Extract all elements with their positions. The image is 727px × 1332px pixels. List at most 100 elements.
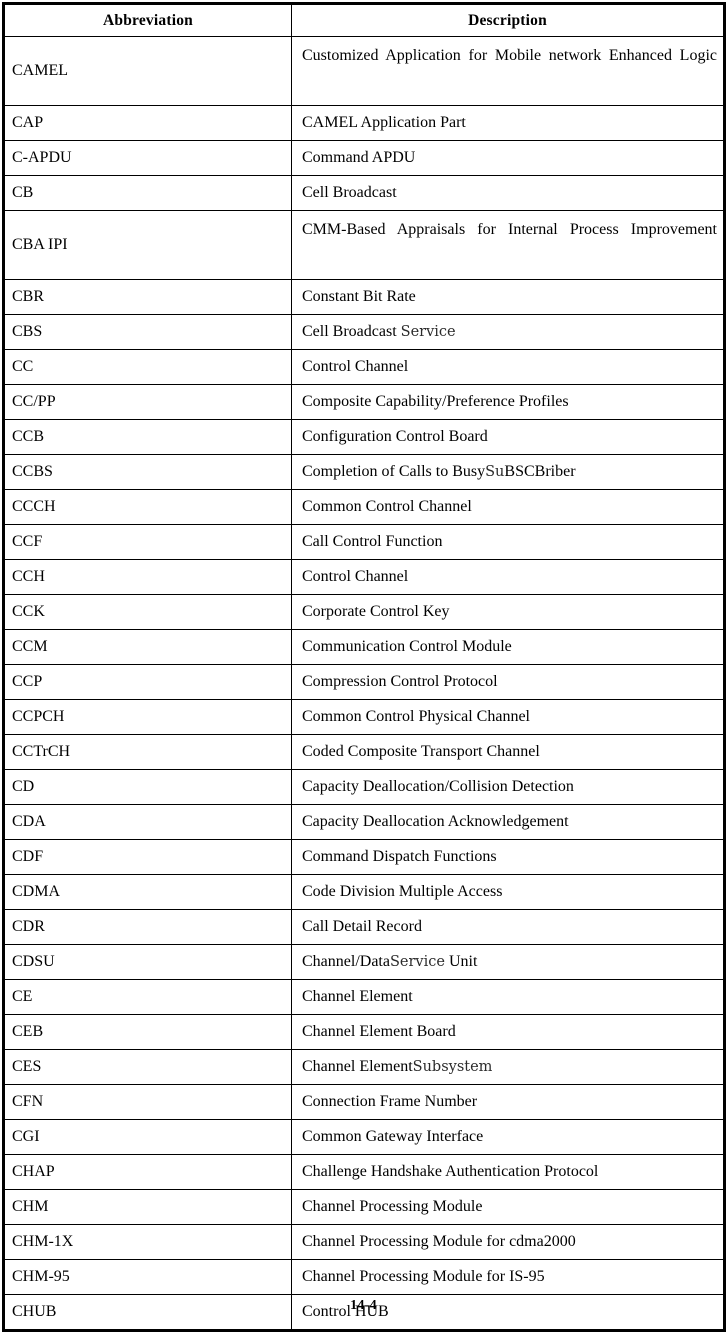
description-cell: Control Channel — [291, 349, 725, 385]
description-cell: Common Gateway Interface — [291, 1119, 725, 1155]
abbreviation-cell: CCM — [3, 629, 292, 665]
description-alt-run: Service — [400, 324, 456, 340]
description-alt-run: Service — [389, 954, 445, 970]
abbreviation-table-container: Abbreviation Description CAMEL Customized… — [2, 2, 726, 1332]
description-cell: Cell Broadcast — [291, 175, 725, 211]
table-row: CCPCH Common Control Physical Channel — [3, 699, 725, 735]
table-row: CCTrCH Coded Composite Transport Channel — [3, 734, 725, 770]
abbreviation-cell: CBA IPI — [3, 210, 292, 280]
abbreviation-cell: CBS — [3, 314, 292, 350]
table-row: CAMEL Customized Application for Mobile n… — [3, 36, 725, 106]
table-row: CBA IPI CMM-Based Appraisals for Internal… — [3, 210, 725, 280]
abbreviation-cell: CBR — [3, 279, 292, 315]
abbreviation-cell: CCB — [3, 419, 292, 455]
table-row: CFN Connection Frame Number — [3, 1084, 725, 1120]
abbreviation-cell: CE — [3, 979, 292, 1015]
abbreviation-cell: CAP — [3, 105, 292, 141]
description-cell: Composite Capability/Preference Profiles — [291, 384, 725, 420]
abbreviation-cell: CES — [3, 1049, 292, 1085]
abbreviation-cell: CHM-95 — [3, 1259, 292, 1295]
description-cell: Constant Bit Rate — [291, 279, 725, 315]
table-header: Abbreviation Description — [3, 3, 725, 37]
description-cell: Control Channel — [291, 559, 725, 595]
table-row: CE Channel Element — [3, 979, 725, 1015]
description-cell: Challenge Handshake Authentication Proto… — [291, 1154, 725, 1190]
abbreviation-cell: CCTrCH — [3, 734, 292, 770]
abbreviation-cell: CAMEL — [3, 36, 292, 106]
description-cell: Channel Processing Module for IS-95 — [291, 1259, 725, 1295]
table-row: CC/PP Composite Capability/Preference Pro… — [3, 384, 725, 420]
table-row: CDSU Channel/DataService Unit — [3, 944, 725, 980]
table-row: CD Capacity Deallocation/Collision Detect… — [3, 769, 725, 805]
description-cell: Channel Processing Module for cdma2000 — [291, 1224, 725, 1260]
abbreviation-cell: CC — [3, 349, 292, 385]
table-row: CC Control Channel — [3, 349, 725, 385]
table-row: CB Cell Broadcast — [3, 175, 725, 211]
table-row: CHM-95 Channel Processing Module for IS-9… — [3, 1259, 725, 1295]
description-cell: Channel Element — [291, 979, 725, 1015]
abbreviation-cell: CDA — [3, 804, 292, 840]
description-cell: Connection Frame Number — [291, 1084, 725, 1120]
description-cell: Corporate Control Key — [291, 594, 725, 630]
description-cell: Cell Broadcast Service — [291, 314, 725, 350]
abbreviation-cell: CHAP — [3, 1154, 292, 1190]
table-row: CCF Call Control Function — [3, 524, 725, 560]
description-cell: Configuration Control Board — [291, 419, 725, 455]
abbreviation-cell: CCH — [3, 559, 292, 595]
table-row: CCH Control Channel — [3, 559, 725, 595]
description-cell: Command APDU — [291, 140, 725, 176]
description-cell: Channel Processing Module — [291, 1189, 725, 1225]
abbreviation-cell: CHM — [3, 1189, 292, 1225]
description-cell: Customized Application for Mobile networ… — [291, 36, 725, 106]
column-header-description: Description — [291, 3, 725, 37]
description-cell: Capacity Deallocation Acknowledgement — [291, 804, 725, 840]
abbreviation-cell: C-APDU — [3, 140, 292, 176]
description-cell: Command Dispatch Functions — [291, 839, 725, 875]
abbreviation-cell: CCPCH — [3, 699, 292, 735]
abbreviation-cell: CDMA — [3, 874, 292, 910]
abbreviation-cell: CC/PP — [3, 384, 292, 420]
table-row: CHM Channel Processing Module — [3, 1189, 725, 1225]
document-page: Abbreviation Description CAMEL Customized… — [0, 0, 727, 1332]
description-cell: Channel ElementSubsystem — [291, 1049, 725, 1085]
table-row: CBR Constant Bit Rate — [3, 279, 725, 315]
table-row: CDR Call Detail Record — [3, 909, 725, 945]
abbreviation-cell: CEB — [3, 1014, 292, 1050]
table-header-row: Abbreviation Description — [3, 3, 725, 37]
abbreviation-cell: CCBS — [3, 454, 292, 490]
description-alt-run: Subsystem — [412, 1059, 493, 1075]
page-number: 14-4 — [350, 1298, 377, 1313]
description-cell: Call Control Function — [291, 524, 725, 560]
table-row: C-APDU Command APDU — [3, 140, 725, 176]
table-row: CCM Communication Control Module — [3, 629, 725, 665]
abbreviation-cell: CB — [3, 175, 292, 211]
description-cell: Channel/DataService Unit — [291, 944, 725, 980]
table-body: CAMEL Customized Application for Mobile n… — [3, 36, 725, 1331]
description-cell: Channel Element Board — [291, 1014, 725, 1050]
table-row: CES Channel ElementSubsystem — [3, 1049, 725, 1085]
table-row: CDF Command Dispatch Functions — [3, 839, 725, 875]
abbreviation-cell: CGI — [3, 1119, 292, 1155]
abbreviation-cell: CCF — [3, 524, 292, 560]
description-cell: Completion of Calls to BusySuBSCBriber — [291, 454, 725, 490]
table-row: CCK Corporate Control Key — [3, 594, 725, 630]
abbreviation-cell: CDSU — [3, 944, 292, 980]
abbreviation-cell: CDF — [3, 839, 292, 875]
table-row: CGI Common Gateway Interface — [3, 1119, 725, 1155]
table-row: CCBS Completion of Calls to BusySuBSCBrib… — [3, 454, 725, 490]
table-row: CAP CAMEL Application Part — [3, 105, 725, 141]
description-cell: Common Control Physical Channel — [291, 699, 725, 735]
table-row: CHAP Challenge Handshake Authentication P… — [3, 1154, 725, 1190]
table-row: CCB Configuration Control Board — [3, 419, 725, 455]
description-cell: Capacity Deallocation/Collision Detectio… — [291, 769, 725, 805]
abbreviation-cell: CHM-1X — [3, 1224, 292, 1260]
description-cell: Communication Control Module — [291, 629, 725, 665]
description-cell: CAMEL Application Part — [291, 105, 725, 141]
abbreviation-cell: CCP — [3, 664, 292, 700]
description-cell: Code Division Multiple Access — [291, 874, 725, 910]
abbreviation-table: Abbreviation Description CAMEL Customized… — [2, 2, 726, 1332]
description-alt-run: Su — [485, 464, 505, 480]
column-header-abbreviation: Abbreviation — [3, 3, 292, 37]
description-cell: Compression Control Protocol — [291, 664, 725, 700]
abbreviation-cell: CFN — [3, 1084, 292, 1120]
